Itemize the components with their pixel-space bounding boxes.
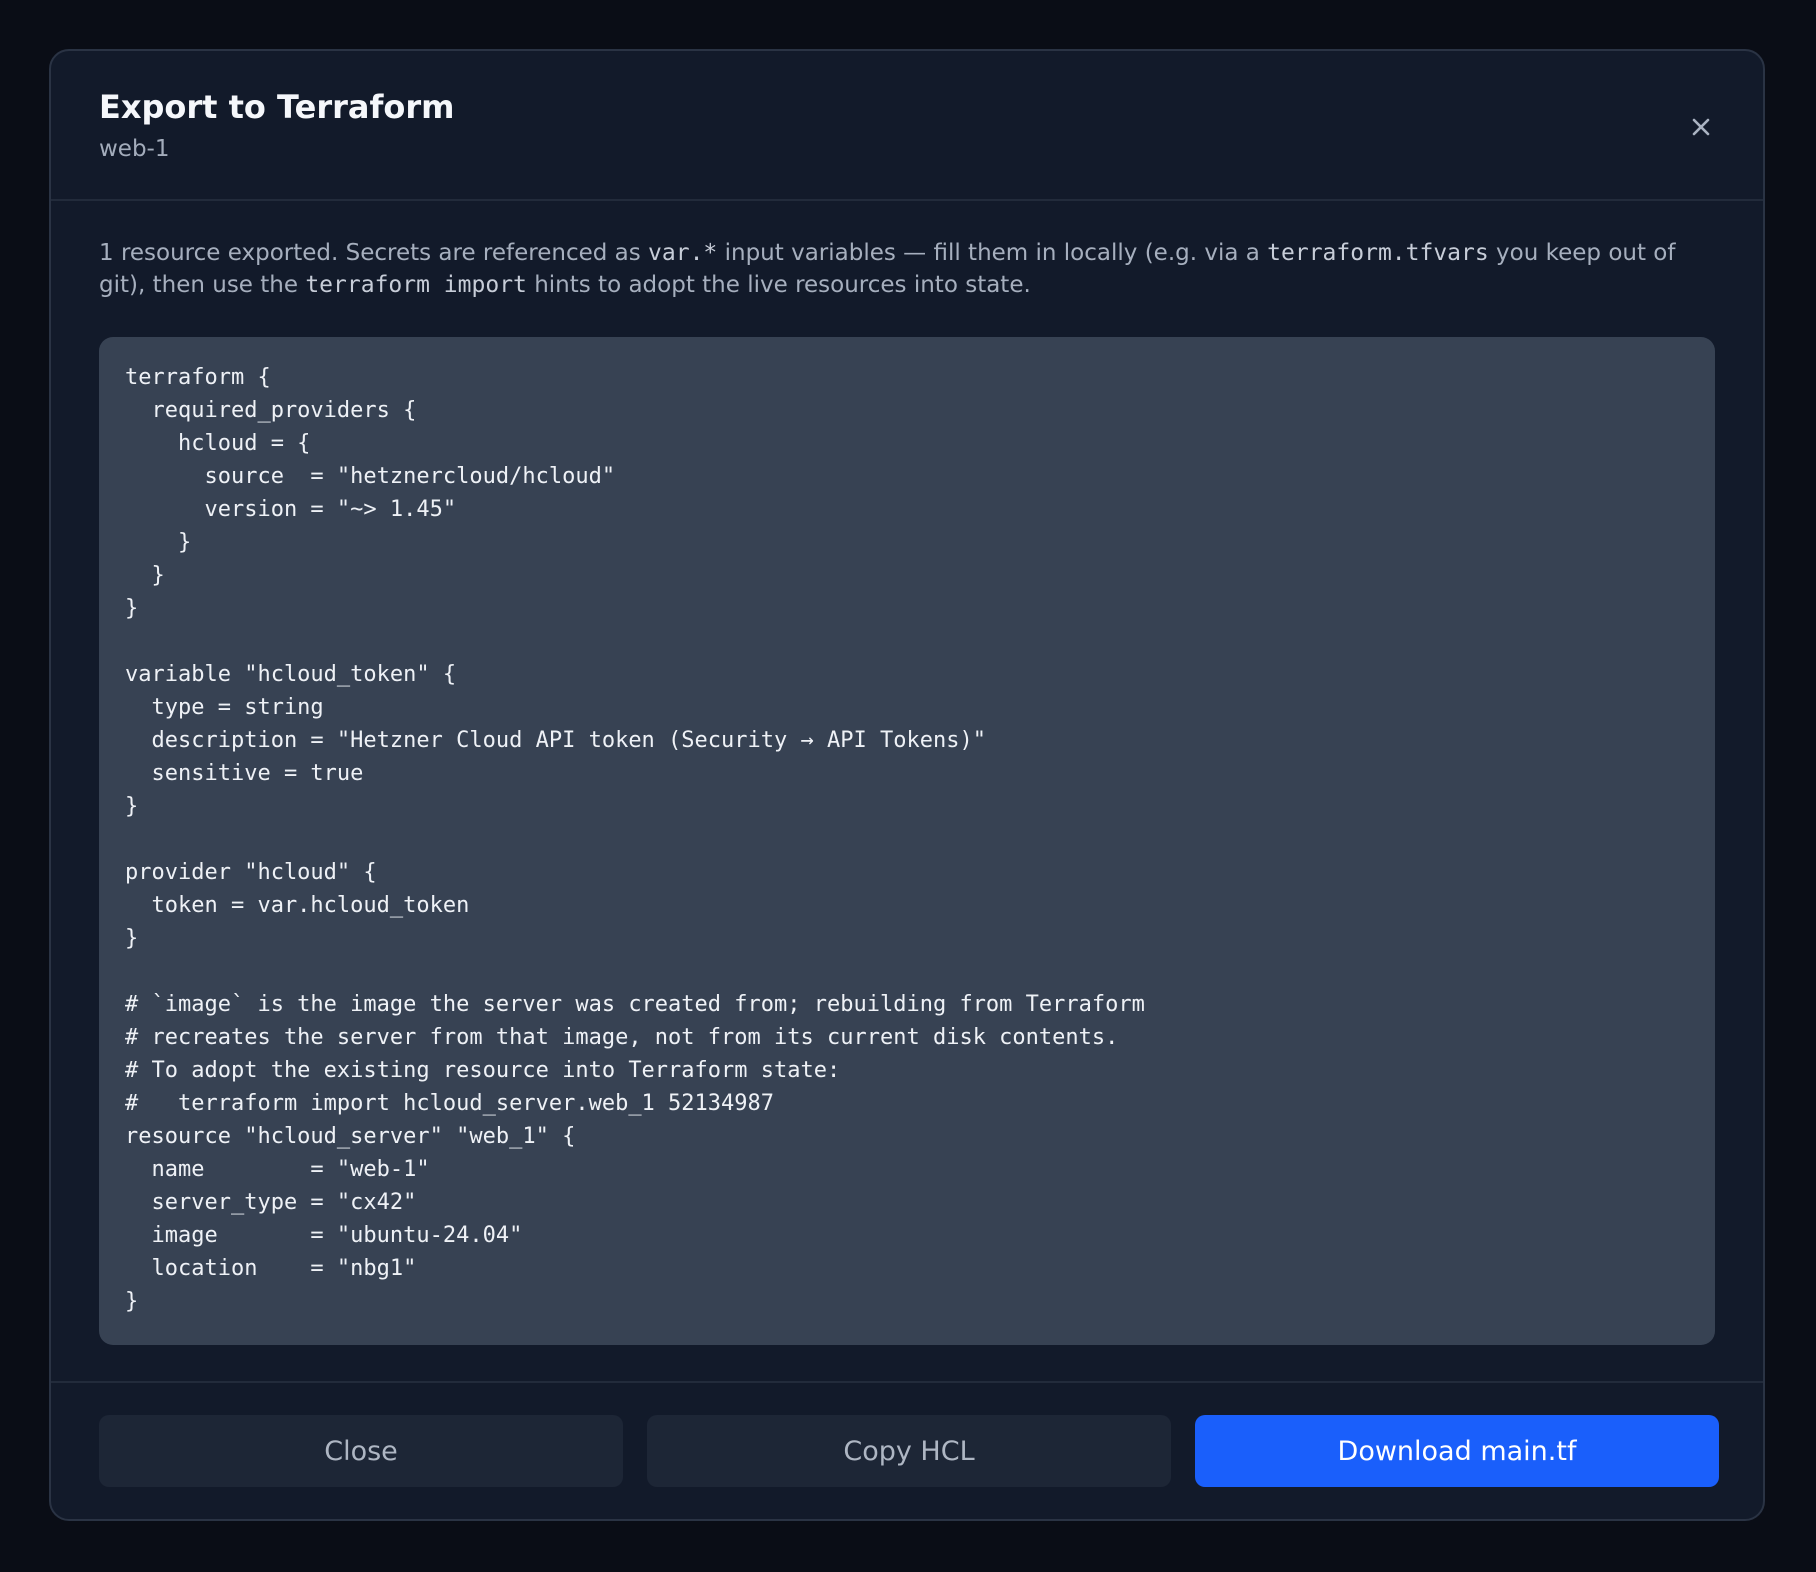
hcl-code: terraform { required_providers { hcloud … bbox=[125, 365, 1145, 1314]
hcl-code-block[interactable]: terraform { required_providers { hcloud … bbox=[99, 337, 1715, 1345]
export-terraform-dialog: Export to Terraform web-1 1 resource exp… bbox=[49, 49, 1765, 1521]
dialog-body: 1 resource exported. Secrets are referen… bbox=[99, 237, 1715, 301]
dialog-footer: Close Copy HCL Download main.tf bbox=[51, 1381, 1763, 1519]
note-text: hints to adopt the live resources into s… bbox=[526, 272, 1031, 298]
close-icon[interactable] bbox=[1683, 109, 1719, 145]
note-code-var: var.* bbox=[648, 240, 718, 266]
copy-hcl-button[interactable]: Copy HCL bbox=[647, 1415, 1171, 1487]
dialog-subtitle: web-1 bbox=[99, 136, 170, 162]
close-button[interactable]: Close bbox=[99, 1415, 623, 1487]
note-code-import: terraform import bbox=[305, 272, 527, 298]
dialog-header: Export to Terraform web-1 bbox=[51, 51, 1763, 201]
dialog-title: Export to Terraform bbox=[99, 88, 455, 126]
download-main-tf-button[interactable]: Download main.tf bbox=[1195, 1415, 1719, 1487]
export-note: 1 resource exported. Secrets are referen… bbox=[99, 237, 1715, 301]
note-text: input variables — fill them in locally (… bbox=[717, 240, 1268, 266]
note-text: 1 resource exported. Secrets are referen… bbox=[99, 240, 649, 266]
note-code-tfvars: terraform.tfvars bbox=[1267, 240, 1489, 266]
